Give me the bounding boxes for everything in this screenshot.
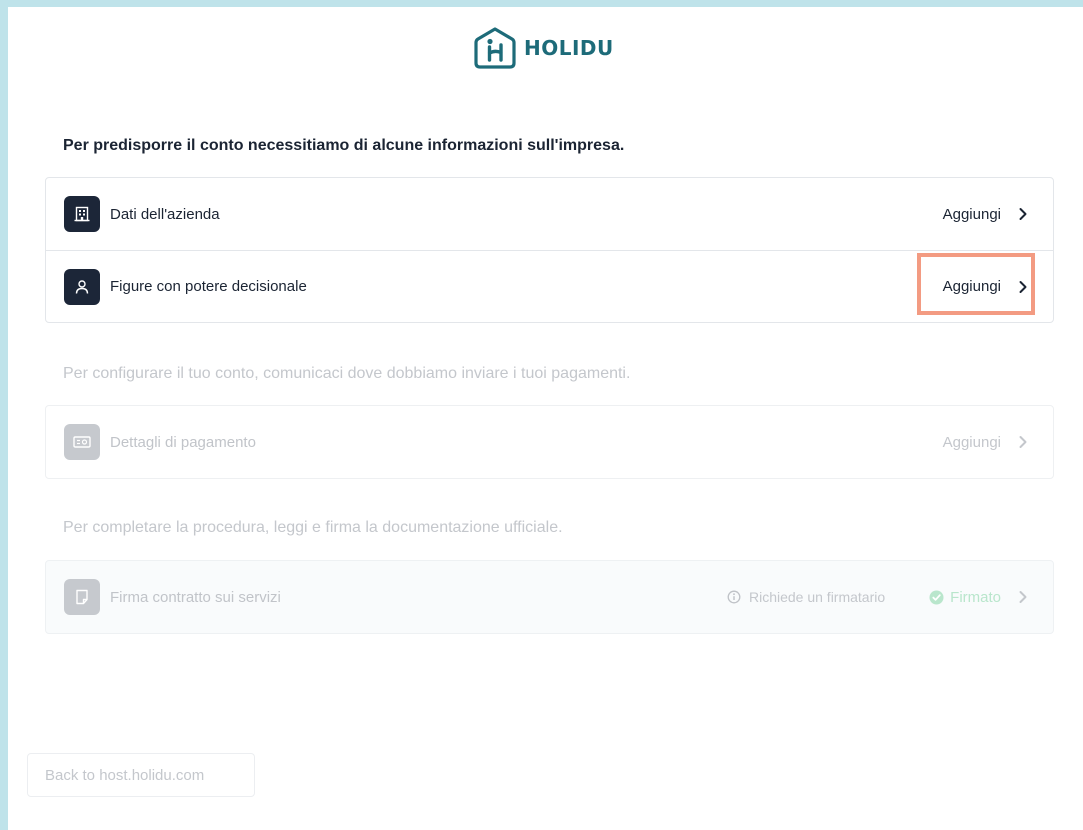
chevron-right-icon[interactable] bbox=[1017, 590, 1029, 604]
add-link[interactable]: Aggiungi bbox=[943, 206, 1001, 223]
row-company-data[interactable]: Dati dell'azienda Aggiungi bbox=[46, 178, 1053, 250]
check-circle-icon bbox=[929, 590, 944, 604]
signer-requirement: Richiede un firmatario bbox=[748, 589, 886, 605]
payment-card: Dettagli di pagamento Aggiungi bbox=[45, 405, 1054, 479]
row-action[interactable]: Aggiungi bbox=[943, 434, 1035, 451]
signed-status: Firmato bbox=[929, 589, 1001, 606]
row-action[interactable]: Aggiungi bbox=[943, 206, 1035, 223]
person-icon bbox=[64, 268, 100, 305]
banknote-icon bbox=[64, 424, 100, 460]
house-h-icon bbox=[474, 27, 516, 69]
chevron-right-icon bbox=[1017, 207, 1029, 221]
row-service-contract[interactable]: Firma contratto sui servizi Richiede un … bbox=[46, 561, 1053, 633]
brand-name: HOLIDU bbox=[524, 36, 614, 60]
add-link[interactable]: Aggiungi bbox=[943, 434, 1001, 451]
chevron-right-icon bbox=[1017, 435, 1029, 449]
signer-info: Richiede un firmatario bbox=[727, 589, 885, 605]
section-title-company-info: Per predisporre il conto necessitiamo di… bbox=[63, 137, 625, 154]
contract-card: Firma contratto sui servizi Richiede un … bbox=[45, 560, 1054, 634]
section-title-payment: Per configurare il tuo conto, comunicaci… bbox=[63, 365, 631, 382]
row-label: Firma contratto sui servizi bbox=[110, 588, 281, 606]
row-action[interactable]: Aggiungi bbox=[943, 278, 1035, 295]
row-label: Dettagli di pagamento bbox=[110, 433, 256, 451]
row-label: Dati dell'azienda bbox=[110, 205, 220, 223]
holidu-logo: HOLIDU bbox=[474, 25, 614, 71]
row-status: Richiede un firmatario Firmato bbox=[727, 589, 1035, 606]
document-icon bbox=[64, 579, 100, 615]
add-link[interactable]: Aggiungi bbox=[943, 278, 1001, 295]
row-label: Figure con potere decisionale bbox=[110, 278, 307, 295]
building-icon bbox=[64, 196, 100, 232]
back-to-host-button[interactable]: Back to host.holidu.com bbox=[27, 753, 255, 797]
company-info-card: Dati dell'azienda Aggiungi Figure con po… bbox=[45, 177, 1054, 323]
info-icon bbox=[727, 590, 741, 604]
signed-label: Firmato bbox=[950, 588, 1001, 606]
row-payment-details[interactable]: Dettagli di pagamento Aggiungi bbox=[46, 406, 1053, 478]
onboarding-panel: HOLIDU Per predisporre il conto necessit… bbox=[8, 7, 1083, 830]
section-title-contract: Per completare la procedura, leggi e fir… bbox=[63, 519, 563, 536]
row-decision-makers[interactable]: Figure con potere decisionale Aggiungi bbox=[46, 250, 1053, 322]
chevron-right-icon bbox=[1017, 280, 1029, 294]
